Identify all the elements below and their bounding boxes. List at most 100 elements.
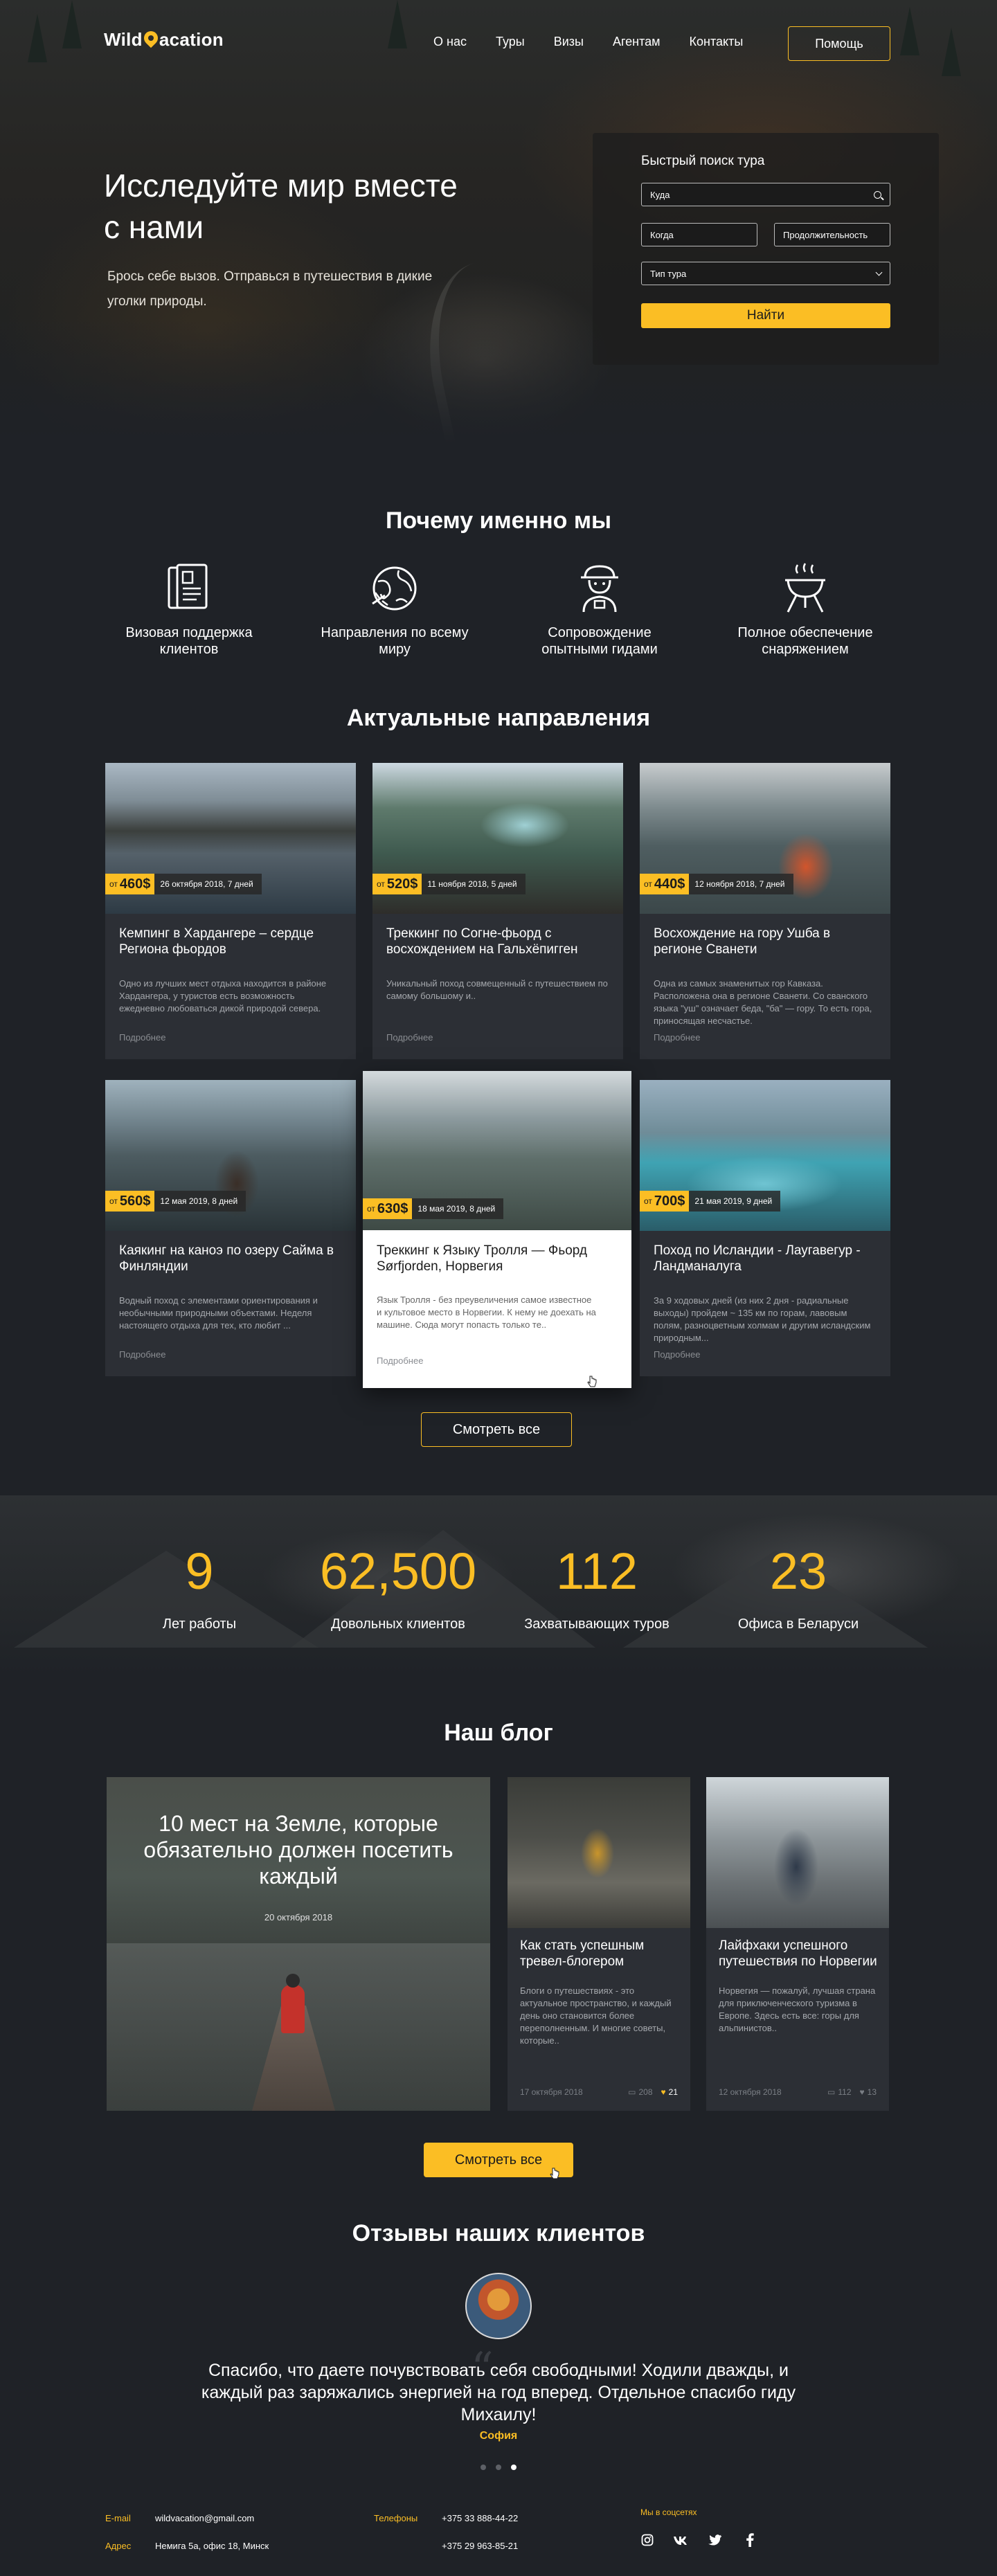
date-placeholder: Когда bbox=[650, 229, 674, 240]
stat-label: Лет работы bbox=[162, 1616, 237, 1632]
tour-card[interactable]: от 460$ 26 октября 2018, 7 дней Кемпинг в… bbox=[105, 763, 356, 1059]
tree-shape bbox=[942, 28, 961, 76]
price-tag: от 560$ 12 мая 2019, 8 дней bbox=[105, 1191, 246, 1212]
tour-card[interactable]: от 700$ 21 мая 2019, 9 дней Поход по Исла… bbox=[640, 1080, 890, 1376]
facebook-icon[interactable] bbox=[742, 2532, 757, 2548]
phone-link[interactable]: +375 29 963-85-21 bbox=[442, 2541, 518, 2551]
grill-icon bbox=[785, 563, 825, 613]
blog-card[interactable]: Лайфхаки успешного путешествия по Норвег… bbox=[706, 1777, 889, 2111]
price-value: 520$ bbox=[386, 876, 418, 892]
destination-placeholder: Куда bbox=[650, 189, 670, 200]
tour-date: 18 мая 2019, 8 дней bbox=[417, 1204, 496, 1214]
more-link[interactable]: Подробнее bbox=[654, 1032, 700, 1043]
tour-date: 12 ноября 2018, 7 дней bbox=[694, 879, 785, 889]
tour-description: Язык Тролля - без преувеличения самое из… bbox=[377, 1295, 596, 1330]
comments-count: ▭ 208 bbox=[628, 2087, 652, 2097]
price-value: 560$ bbox=[119, 1193, 151, 1209]
price-value: 460$ bbox=[119, 876, 151, 892]
tour-description: Одно из лучших мест отдыха находится в р… bbox=[119, 978, 327, 1014]
stat-clients: 62,500 Довольных клиентов bbox=[294, 1540, 502, 1632]
price-tag: от 440$ 12 ноября 2018, 7 дней bbox=[640, 874, 793, 894]
date-input[interactable]: Когда bbox=[641, 223, 757, 246]
carousel-dot[interactable] bbox=[480, 2465, 486, 2470]
globe-icon bbox=[372, 566, 417, 611]
carousel-dot-active[interactable] bbox=[511, 2465, 517, 2470]
location-pin-icon bbox=[141, 28, 161, 48]
more-link[interactable]: Подробнее bbox=[119, 1032, 165, 1043]
review-text: Спасибо, что даете почувствовать себя св… bbox=[201, 2361, 796, 2424]
comments-count: ▭ 112 bbox=[827, 2087, 851, 2097]
carousel-dot[interactable] bbox=[496, 2465, 501, 2470]
comments-value: 112 bbox=[838, 2087, 852, 2097]
price-badge: от 700$ bbox=[640, 1191, 690, 1212]
stats-section: 9 Лет работы 62,500 Довольных клиентов 1… bbox=[0, 1495, 997, 1675]
price-value: 630$ bbox=[377, 1200, 408, 1216]
blog-photo bbox=[508, 1777, 690, 1928]
person-head-shape bbox=[286, 1974, 300, 1988]
help-button[interactable]: Помощь bbox=[788, 26, 890, 61]
stat-number: 62,500 bbox=[319, 1542, 477, 1600]
likes-count: ♥ 21 bbox=[661, 2087, 678, 2097]
more-link[interactable]: Подробнее bbox=[386, 1032, 433, 1043]
find-button[interactable]: Найти bbox=[641, 303, 890, 328]
tour-title: Треккинг по Согне-фьорд с восхождением н… bbox=[386, 926, 578, 957]
price-prefix: от bbox=[644, 1196, 652, 1206]
guide-icon bbox=[581, 565, 618, 613]
tour-card[interactable]: от 520$ 11 ноября 2018, 5 дней Треккинг п… bbox=[372, 763, 623, 1059]
price-prefix: от bbox=[109, 879, 118, 889]
instagram-icon[interactable] bbox=[640, 2532, 655, 2548]
more-link[interactable]: Подробнее bbox=[119, 1349, 165, 1360]
nav-item-tours[interactable]: Туры bbox=[496, 35, 525, 49]
quick-search-title: Быстрый поиск тура bbox=[641, 154, 765, 168]
feature-label: Визовая поддержка клиентов bbox=[125, 625, 253, 657]
email-link[interactable]: wildvacation@gmail.com bbox=[155, 2513, 254, 2523]
comment-icon: ▭ bbox=[628, 2087, 636, 2097]
review-author: София bbox=[479, 2430, 518, 2442]
phone-link[interactable]: +375 33 888-44-22 bbox=[442, 2513, 518, 2523]
nav-item-contacts[interactable]: Контакты bbox=[690, 35, 744, 49]
tour-description: Одна из самых знаменитых гор Кавказа. Ра… bbox=[654, 978, 872, 1026]
feature-destinations: Направления по всему миру bbox=[312, 562, 478, 658]
blog-title: Наш блог bbox=[444, 1720, 553, 1746]
nav-item-about[interactable]: О нас bbox=[433, 35, 467, 49]
twitter-icon[interactable] bbox=[708, 2532, 723, 2548]
blog-photo bbox=[706, 1777, 889, 1928]
nav-item-agents[interactable]: Агентам bbox=[613, 35, 661, 49]
more-link[interactable]: Подробнее bbox=[654, 1349, 700, 1360]
likes-count: ♥ 13 bbox=[860, 2087, 877, 2097]
logo-text-right: acation bbox=[159, 29, 224, 50]
featured-post-date: 20 октября 2018 bbox=[264, 1912, 333, 1922]
duration-input[interactable]: Продолжительность bbox=[774, 223, 890, 246]
feature-equipment: Полное обеспечение снаряжением bbox=[722, 562, 888, 658]
price-prefix: от bbox=[644, 879, 652, 889]
price-badge: от 630$ bbox=[363, 1198, 413, 1219]
tree-shape bbox=[62, 0, 82, 48]
price-tag: от 700$ 21 мая 2019, 9 дней bbox=[640, 1191, 781, 1212]
see-all-tours-button[interactable]: Смотреть все bbox=[421, 1412, 572, 1447]
hero-title: Исследуйте мир вместе с нами bbox=[104, 168, 458, 245]
tour-card-highlighted[interactable]: от 630$ 18 мая 2019, 8 дней Треккинг к Яз… bbox=[363, 1071, 631, 1388]
person-shape bbox=[281, 1985, 305, 2033]
tour-title: Треккинг к Языку Тролля — Фьорд Sørfjord… bbox=[377, 1243, 587, 1274]
tour-card[interactable]: от 560$ 12 мая 2019, 8 дней Каякинг на ка… bbox=[105, 1080, 356, 1376]
blog-card[interactable]: Как стать успешным тревел-блогером Блоги… bbox=[508, 1777, 690, 2111]
more-link[interactable]: Подробнее bbox=[377, 1355, 423, 1366]
price-prefix: от bbox=[377, 879, 385, 889]
destination-input[interactable]: Куда bbox=[641, 183, 890, 206]
vk-icon[interactable] bbox=[673, 2532, 688, 2548]
phones-label: Телефоны bbox=[374, 2513, 418, 2523]
reviews-title: Отзывы наших клиентов bbox=[352, 2220, 645, 2246]
tour-type-select[interactable]: Тип тура bbox=[641, 262, 890, 285]
price-tag: от 520$ 11 ноября 2018, 5 дней bbox=[372, 874, 526, 894]
chevron-down-icon bbox=[875, 269, 883, 276]
logo[interactable]: Wild acation bbox=[104, 28, 224, 51]
nav-item-visas[interactable]: Визы bbox=[554, 35, 584, 49]
tree-shape bbox=[28, 14, 47, 62]
featured-blog-post[interactable]: 10 мест на Земле, которые обязательно до… bbox=[107, 1777, 490, 2111]
price-prefix: от bbox=[367, 1204, 375, 1214]
blog-post-title: Лайфхаки успешного путешествия по Норвег… bbox=[719, 1938, 877, 1969]
review-carousel-dots bbox=[480, 2465, 517, 2470]
tour-title: Поход по Исландии - Лаугавегур - Ландман… bbox=[654, 1243, 861, 1274]
tour-type-placeholder: Тип тура bbox=[650, 268, 687, 279]
tour-card[interactable]: от 440$ 12 ноября 2018, 7 дней Восхождени… bbox=[640, 763, 890, 1059]
